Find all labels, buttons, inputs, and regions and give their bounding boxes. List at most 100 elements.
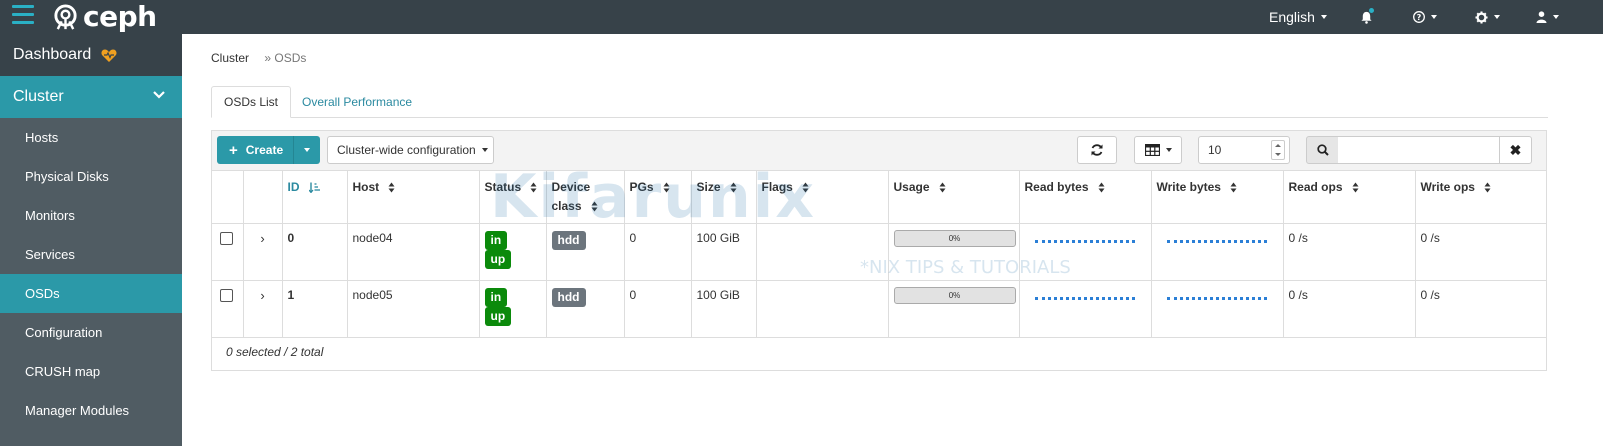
tab-bar: OSDs List Overall Performance [211, 86, 1548, 118]
sidebar-item-services[interactable]: Services [0, 235, 182, 274]
osd-read-ops: 0 /s [1283, 280, 1416, 338]
sidebar-item-osds[interactable]: OSDs [0, 274, 182, 313]
dashboard-label: Dashboard [13, 46, 92, 63]
refresh-button[interactable] [1077, 136, 1117, 164]
sort-icon [1352, 182, 1359, 193]
notifications-button[interactable] [1360, 0, 1380, 34]
table-header-row: ID Host Status Device class PGs Size Fla… [212, 171, 1546, 224]
osd-id: 0 [282, 223, 348, 281]
osd-write-ops: 0 /s [1415, 223, 1546, 281]
sidebar-item-physical-disks[interactable]: Physical Disks [0, 157, 182, 196]
config-label: Cluster-wide configuration [337, 143, 476, 157]
language-label: English [1269, 9, 1315, 25]
status-badge-in: in [484, 288, 508, 307]
osd-pgs: 0 [624, 223, 692, 281]
refresh-icon [1091, 144, 1103, 156]
brand-logo[interactable]: ceph [52, 2, 157, 32]
sidebar-item-label: OSDs [25, 286, 60, 301]
column-header-status[interactable]: Status [479, 171, 547, 224]
sidebar-item-label: Physical Disks [25, 169, 109, 184]
sidebar-item-label: Manager Modules [25, 403, 130, 418]
column-header-write-bytes[interactable]: Write bytes [1151, 171, 1284, 224]
status-badge-in: in [484, 231, 508, 250]
sidebar-item-manager-modules[interactable]: Manager Modules [0, 391, 182, 430]
osd-write-bytes [1151, 223, 1284, 281]
row-checkbox[interactable] [220, 232, 233, 245]
clear-search-button[interactable]: ✖ [1499, 136, 1532, 164]
expand-header [243, 171, 283, 224]
cluster-submenu: Hosts Physical Disks Monitors Services O… [0, 118, 182, 446]
tab-osds-list[interactable]: OSDs List [211, 86, 292, 118]
device-class-badge: hdd [551, 288, 586, 307]
chevron-down-icon [153, 91, 165, 99]
cluster-wide-config-button[interactable]: Cluster-wide configuration [327, 136, 494, 164]
chevron-right-icon[interactable]: › [249, 231, 277, 246]
column-header-read-ops[interactable]: Read ops [1283, 171, 1416, 224]
column-toggle-button[interactable] [1134, 136, 1182, 164]
osd-write-bytes [1151, 280, 1284, 338]
table-row[interactable]: › 1 node05 in up hdd 0 100 GiB 0% 0 /s 0 … [212, 280, 1546, 338]
osd-read-ops: 0 /s [1283, 223, 1416, 281]
sidebar-item-dashboard[interactable]: Dashboard [0, 34, 182, 76]
gear-icon [1475, 10, 1488, 24]
column-header-host[interactable]: Host [347, 171, 480, 224]
tab-overall-performance[interactable]: Overall Performance [290, 86, 424, 118]
sidebar-item-monitors[interactable]: Monitors [0, 196, 182, 235]
page-size-value: 10 [1208, 143, 1222, 157]
read-bytes-sparkline [1034, 297, 1135, 303]
user-menu[interactable] [1536, 0, 1559, 34]
user-icon [1536, 11, 1547, 23]
breadcrumb-parent[interactable]: Cluster [211, 51, 249, 65]
osd-device-class: hdd [546, 280, 625, 338]
column-header-flags[interactable]: Flags [756, 171, 889, 224]
osd-usage: 0% [888, 280, 1020, 338]
search-input[interactable] [1338, 136, 1500, 164]
sidebar-item-cluster[interactable]: Cluster [0, 76, 182, 118]
write-bytes-sparkline [1166, 297, 1267, 303]
status-badge-up: up [484, 307, 512, 326]
column-header-size[interactable]: Size [691, 171, 757, 224]
table-columns-icon [1144, 144, 1160, 156]
page-size-input[interactable]: 10 [1198, 136, 1290, 164]
column-header-read-bytes[interactable]: Read bytes [1019, 171, 1152, 224]
create-button[interactable]: + Create [217, 136, 293, 164]
table-footer: 0 selected / 2 total [212, 334, 1546, 370]
notification-dot [1369, 8, 1374, 13]
settings-menu[interactable] [1475, 0, 1500, 34]
osd-usage: 0% [888, 223, 1020, 281]
table-row[interactable]: › 0 node04 in up hdd 0 100 GiB 0% 0 /s 0 … [212, 223, 1546, 281]
sidebar-item-crush-map[interactable]: CRUSH map [0, 352, 182, 391]
breadcrumb-separator: » [264, 51, 272, 65]
osd-size: 100 GiB [691, 280, 757, 338]
brand-name: ceph [83, 0, 157, 33]
osd-status: in up [479, 223, 547, 281]
selection-count: 0 selected / 2 total [226, 345, 324, 359]
caret-down-icon [1165, 148, 1172, 152]
row-checkbox[interactable] [220, 289, 233, 302]
osd-flags [756, 280, 889, 338]
osd-status: in up [479, 280, 547, 338]
language-selector[interactable]: English [1269, 0, 1327, 34]
chevron-right-icon[interactable]: › [249, 288, 277, 303]
create-dropdown-toggle[interactable] [293, 136, 320, 164]
column-header-write-ops[interactable]: Write ops [1415, 171, 1546, 224]
column-header-usage[interactable]: Usage [888, 171, 1020, 224]
row-select-cell [212, 280, 244, 338]
row-expand-cell: › [243, 280, 283, 338]
create-label: Create [245, 143, 284, 157]
page-size-stepper[interactable] [1271, 140, 1285, 160]
column-header-id[interactable]: ID [282, 171, 348, 224]
column-header-pgs[interactable]: PGs [624, 171, 692, 224]
sort-icon [1484, 182, 1491, 193]
sidebar-item-configuration[interactable]: Configuration [0, 313, 182, 352]
ceph-logo-icon [54, 3, 77, 30]
read-bytes-sparkline [1034, 240, 1135, 246]
menu-icon[interactable] [12, 5, 34, 25]
osd-read-bytes [1019, 280, 1152, 338]
sidebar-item-label: CRUSH map [25, 364, 101, 379]
help-menu[interactable]: ? [1413, 0, 1437, 34]
search-button[interactable] [1306, 136, 1339, 164]
sidebar-item-hosts[interactable]: Hosts [0, 118, 182, 157]
sidebar-item-label: Configuration [25, 325, 103, 340]
column-header-device-class[interactable]: Device class [546, 171, 625, 224]
